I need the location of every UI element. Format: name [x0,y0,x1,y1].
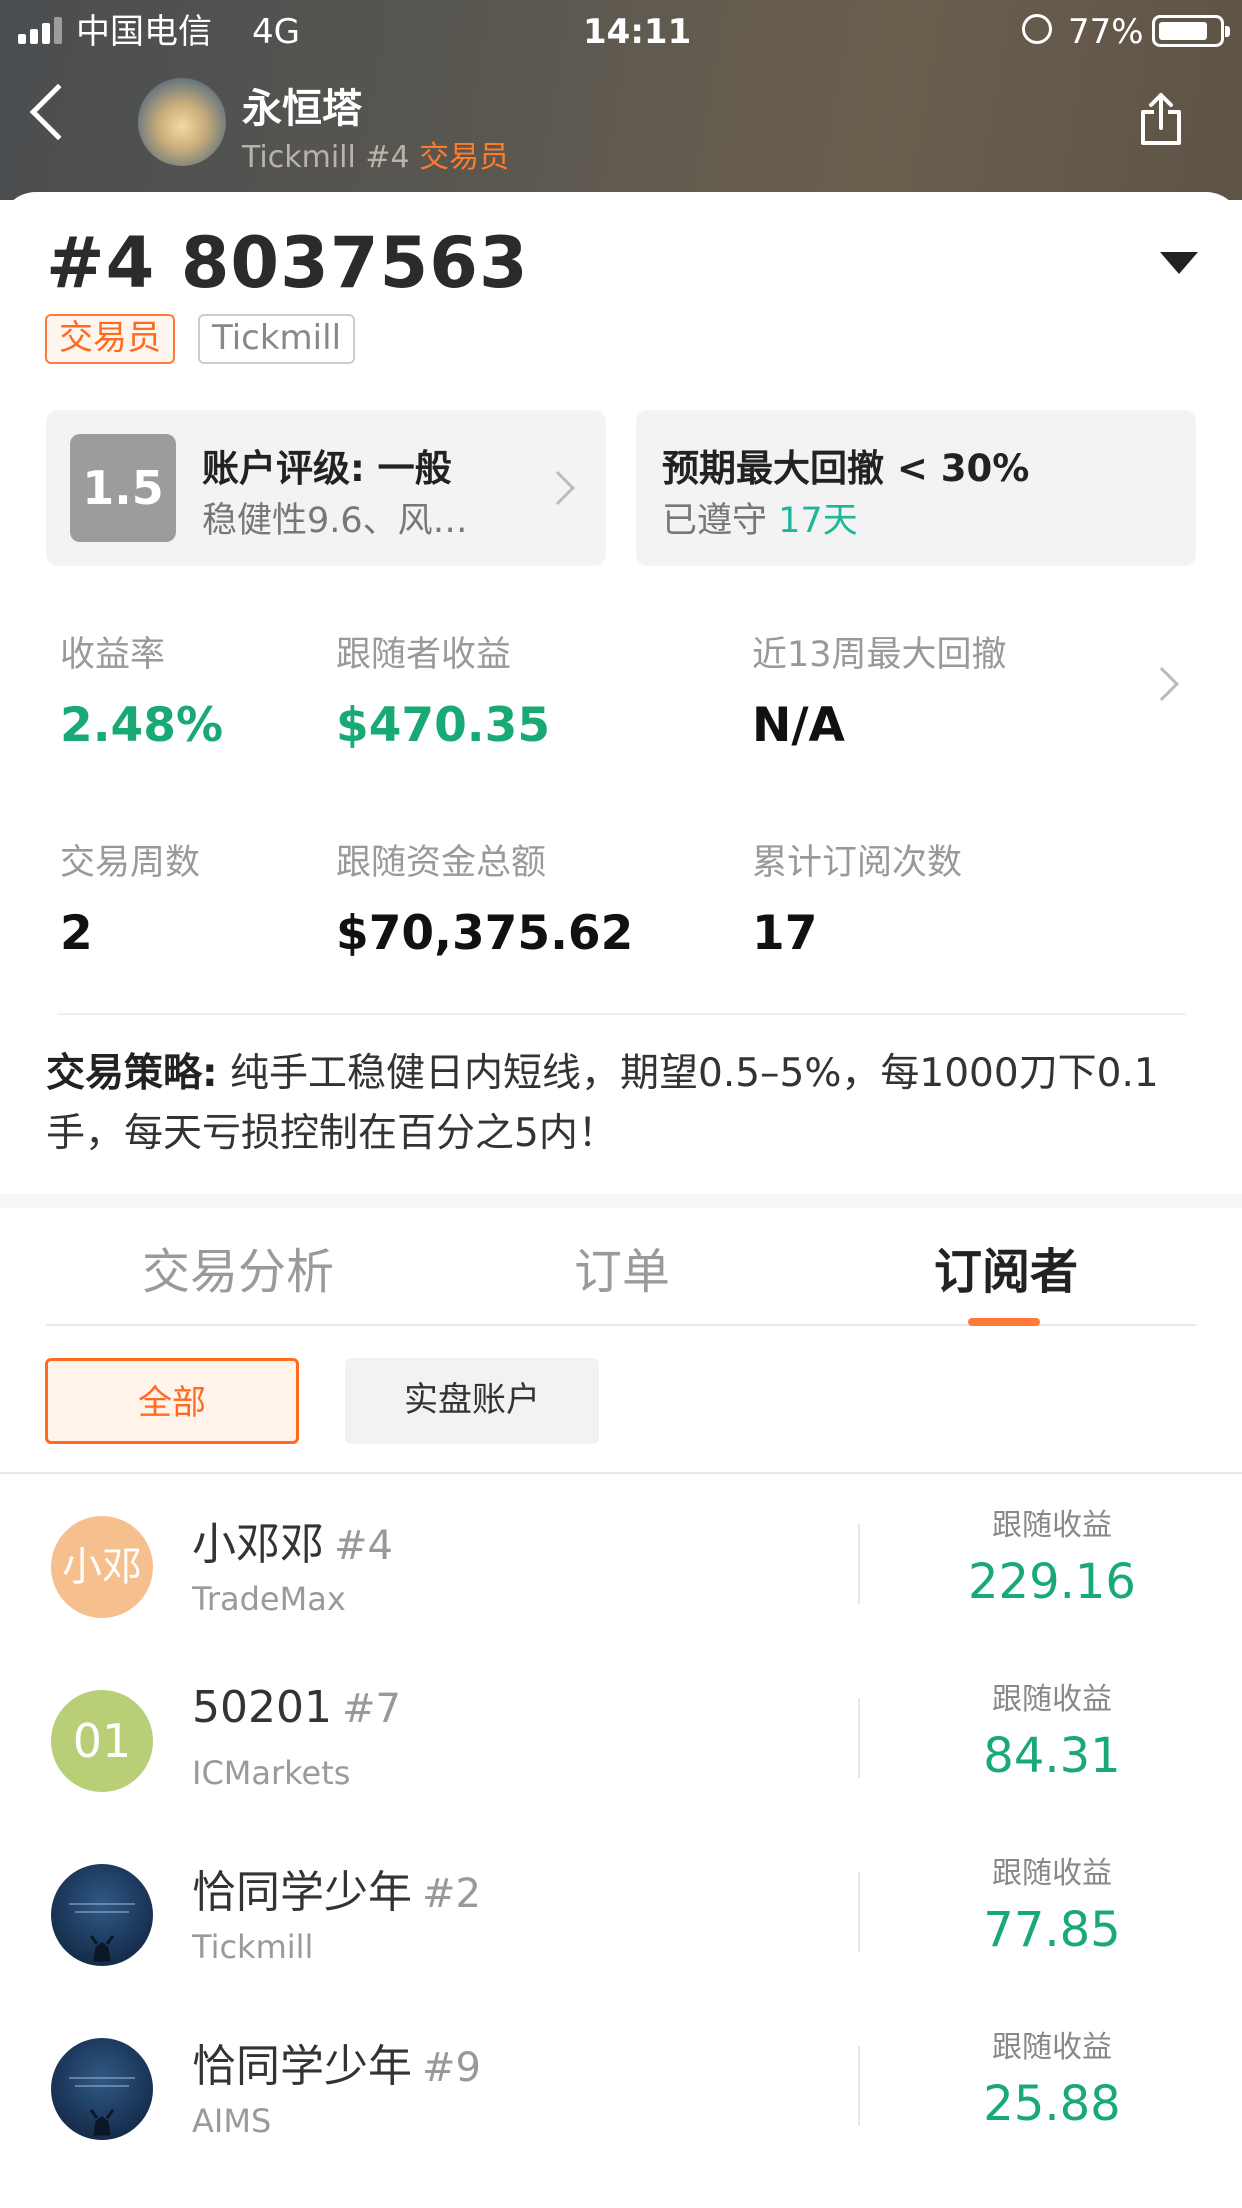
clock: 14:11 [583,12,692,52]
subscriber-row[interactable]: 01 50201 #7 ICMarkets 跟随收益 84.31 [0,1674,1242,1848]
stat-label-return: 收益率 [60,635,166,675]
drawdown-title: 预期最大回撤 < 30% [662,447,1030,490]
trader-subtitle: Tickmill #4 交易员 [242,132,509,176]
stat-label-max-drawdown: 近13周最大回撤 [752,635,1007,675]
stat-value-max-drawdown: N/A [752,698,845,753]
tab-orders[interactable]: 订单 [574,1232,670,1302]
stat-value-follower-profit: $470.35 [336,698,551,753]
drawdown-kept-prefix: 已遵守 [662,501,768,541]
strategy-label: 交易策略: [46,1051,218,1096]
trader-name: 永恒塔 [242,86,362,132]
stat-value-weeks: 2 [60,906,93,961]
subscriber-avatar: 01 [51,1690,153,1792]
stat-label-follower-profit: 跟随者收益 [336,635,512,675]
subscriber-name-line: 50201 #7 [192,1682,401,1733]
tab-active-indicator [968,1318,1040,1326]
share-icon[interactable] [1138,92,1184,146]
subscriber-name: 恰同学少年 [192,1867,412,1918]
drawdown-kept: 已遵守 17天 [662,492,858,543]
subscriber-rank: #2 [422,1871,481,1917]
follow-profit-value: 229.16 [968,1554,1136,1610]
subscriber-row[interactable]: 恰同学少年 #9 AIMS 跟随收益 25.88 [0,2022,1242,2196]
subscriber-rank: #7 [341,1686,401,1732]
alarm-icon [1022,14,1052,44]
subscriber-broker: Tickmill [192,1928,314,1966]
subscriber-name-line: 恰同学少年 #9 [192,2030,481,2094]
rating-score: 1.5 [70,434,176,542]
follow-profit-label: 跟随收益 [992,1856,1112,1891]
trader-role: 交易员 [419,140,510,175]
subscriber-broker: AIMS [192,2102,272,2140]
subscriber-row[interactable]: 小邓 小邓邓 #4 TradeMax 跟随收益 229.16 [0,1500,1242,1674]
trader-broker: Tickmill [242,140,356,175]
strategy-text: 交易策略: 纯手工稳健日内短线，期望0.5–5%，每1000刀下0.1手，每天亏… [46,1044,1206,1164]
stat-value-return: 2.48% [60,698,224,753]
back-icon[interactable] [29,83,87,141]
subscriber-name-line: 恰同学少年 #2 [192,1856,481,1920]
subscriber-row[interactable]: 恰同学少年 #2 Tickmill 跟随收益 77.85 [0,1848,1242,2022]
subscriber-avatar [51,2038,153,2140]
subscriber-name-line: 小邓邓 #4 [192,1508,393,1572]
battery-percent: 77% [1068,12,1144,52]
app-header: 中国电信 4G 14:11 77% 永恒塔 Tickmill #4 交易员 [0,0,1242,200]
stat-label-total-funds: 跟随资金总额 [336,843,547,883]
role-tag: 交易员 [45,314,175,364]
follow-profit-value: 84.31 [983,1728,1121,1784]
stat-label-weeks: 交易周数 [60,843,201,883]
subscriber-avatar [51,1864,153,1966]
section-gap [0,1194,1242,1208]
tab-trade-analysis[interactable]: 交易分析 [142,1232,334,1302]
deer-silhouette-icon [69,1903,135,1962]
filter-all-button[interactable]: 全部 [45,1358,299,1444]
row-divider [858,1698,860,1778]
stat-value-total-funds: $70,375.62 [336,906,634,961]
dropdown-icon[interactable] [1160,252,1198,274]
stat-value-subscriptions: 17 [752,906,818,961]
trader-rank: #4 [365,140,410,175]
row-divider [858,1872,860,1952]
deer-silhouette-icon [69,2077,135,2136]
subscriber-name: 50201 [192,1682,332,1733]
subscriber-rank: #9 [422,2045,481,2091]
follow-profit-value: 77.85 [983,1902,1121,1958]
list-divider [0,1472,1242,1474]
follow-profit-value: 25.88 [983,2076,1121,2132]
subscriber-name: 恰同学少年 [192,2041,412,2092]
subscriber-name: 小邓邓 [192,1519,324,1570]
subscriber-broker: ICMarkets [192,1754,351,1792]
subscriber-rank: #4 [334,1523,393,1569]
tab-subscribers[interactable]: 订阅者 [934,1232,1078,1302]
divider [58,1013,1186,1015]
signal-icon [18,17,62,44]
filter-live-account-button[interactable]: 实盘账户 [345,1358,599,1444]
rating-title: 账户评级: 一般 [202,447,452,490]
drawdown-kept-days: 17天 [778,501,858,541]
broker-tag: Tickmill [198,314,356,364]
account-number: #4 8037563 [46,222,529,304]
trader-avatar[interactable] [138,78,226,166]
carrier-label: 中国电信 [76,12,212,52]
follow-profit-label: 跟随收益 [992,1682,1112,1717]
detail-card [0,192,1242,1192]
row-divider [858,2046,860,2126]
battery-icon [1152,15,1230,47]
rating-detail: 稳健性9.6、风… [202,501,468,541]
stat-label-subscriptions: 累计订阅次数 [752,843,963,883]
row-divider [858,1524,860,1604]
subscriber-broker: TradeMax [192,1580,346,1618]
network-label: 4G [252,12,300,52]
follow-profit-label: 跟随收益 [992,2030,1112,2065]
subscriber-avatar: 小邓 [51,1516,153,1618]
follow-profit-label: 跟随收益 [992,1508,1112,1543]
